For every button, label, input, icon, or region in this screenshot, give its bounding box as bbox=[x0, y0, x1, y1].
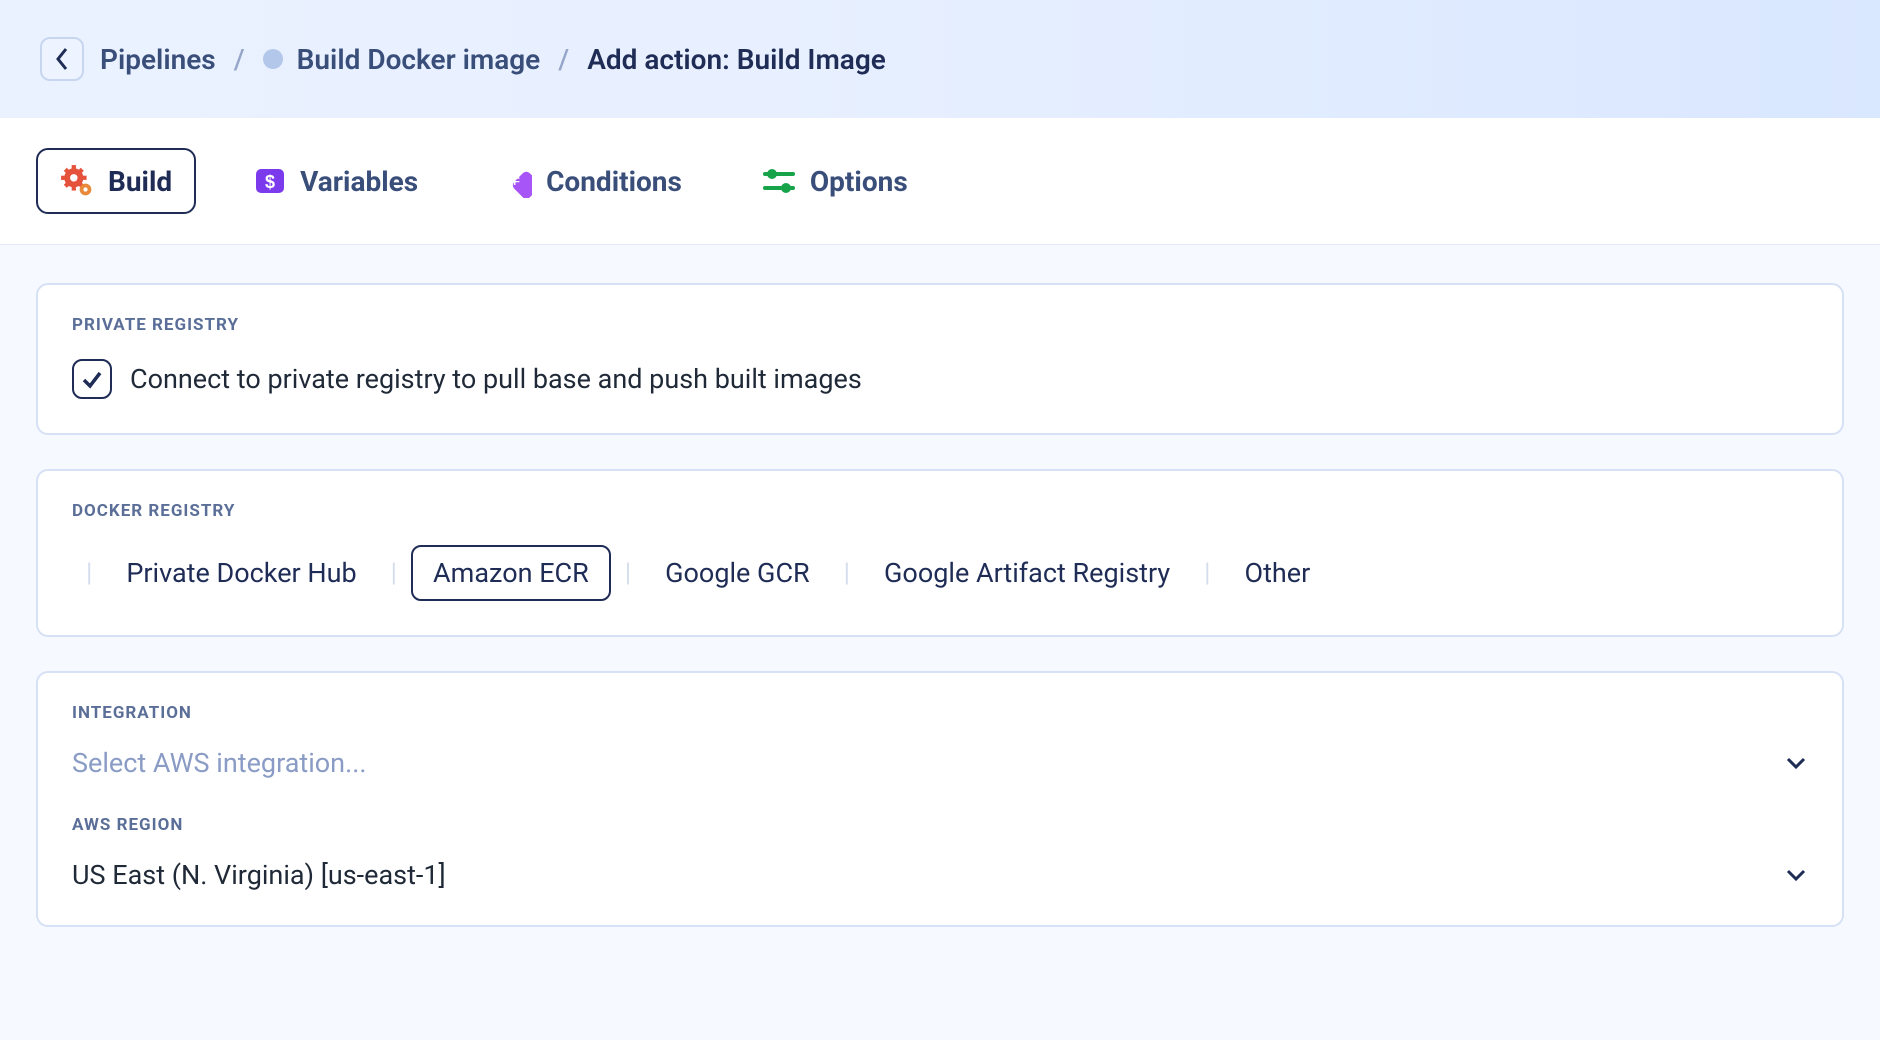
registry-option-private-docker-hub[interactable]: Private Docker Hub bbox=[106, 547, 376, 599]
tab-label: Variables bbox=[300, 165, 418, 198]
option-separator: | bbox=[1190, 558, 1224, 588]
private-registry-checkbox-label: Connect to private registry to pull base… bbox=[130, 363, 862, 395]
breadcrumb: Pipelines / Build Docker image / Add act… bbox=[100, 43, 886, 76]
content-area: PRIVATE REGISTRY Connect to private regi… bbox=[0, 245, 1880, 965]
tab-build[interactable]: Build bbox=[36, 148, 196, 214]
status-dot-icon bbox=[263, 49, 283, 69]
svg-text:$: $ bbox=[265, 172, 275, 192]
tab-label: Build bbox=[108, 165, 172, 198]
breadcrumb-separator: / bbox=[234, 43, 245, 76]
dollar-badge-icon: $ bbox=[254, 165, 286, 197]
panel-title: PRIVATE REGISTRY bbox=[72, 315, 1808, 335]
chevron-down-icon bbox=[1784, 751, 1808, 775]
docker-registry-panel: DOCKER REGISTRY | Private Docker Hub | A… bbox=[36, 469, 1844, 637]
option-separator: | bbox=[377, 558, 411, 588]
breadcrumb-separator: / bbox=[558, 43, 569, 76]
breadcrumb-build-docker[interactable]: Build Docker image bbox=[297, 43, 541, 76]
tab-variables[interactable]: $ Variables bbox=[232, 151, 440, 212]
registry-option-other[interactable]: Other bbox=[1225, 547, 1331, 599]
integration-panel: INTEGRATION Select AWS integration... AW… bbox=[36, 671, 1844, 927]
integration-select[interactable]: Select AWS integration... bbox=[72, 747, 1808, 779]
private-registry-checkbox[interactable] bbox=[72, 359, 112, 399]
check-icon bbox=[81, 368, 103, 390]
sliders-icon bbox=[762, 166, 796, 196]
chevron-left-icon bbox=[53, 46, 71, 72]
tab-conditions[interactable]: IF Conditions bbox=[476, 150, 704, 212]
docker-registry-options: | Private Docker Hub | Amazon ECR | Goog… bbox=[72, 545, 1808, 601]
condition-diamond-icon: IF bbox=[498, 164, 532, 198]
panel-title: INTEGRATION bbox=[72, 703, 1808, 723]
tab-label: Options bbox=[810, 165, 908, 198]
svg-text:IF: IF bbox=[510, 176, 520, 188]
back-button[interactable] bbox=[40, 37, 84, 81]
header-bar: Pipelines / Build Docker image / Add act… bbox=[0, 0, 1880, 118]
breadcrumb-current: Add action: Build Image bbox=[587, 43, 886, 76]
tab-label: Conditions bbox=[546, 165, 682, 198]
option-separator: | bbox=[830, 558, 864, 588]
tabs-bar: Build $ Variables IF Conditions bbox=[0, 118, 1880, 245]
aws-region-select[interactable]: US East (N. Virginia) [us-east-1] bbox=[72, 859, 1808, 891]
registry-option-amazon-ecr[interactable]: Amazon ECR bbox=[411, 545, 611, 601]
breadcrumb-pipelines[interactable]: Pipelines bbox=[100, 43, 216, 76]
chevron-down-icon bbox=[1784, 863, 1808, 887]
gears-icon bbox=[60, 164, 94, 198]
panel-title: AWS REGION bbox=[72, 815, 1808, 835]
panel-title: DOCKER REGISTRY bbox=[72, 501, 1808, 521]
registry-option-google-gcr[interactable]: Google GCR bbox=[645, 547, 830, 599]
option-separator: | bbox=[611, 558, 645, 588]
private-registry-panel: PRIVATE REGISTRY Connect to private regi… bbox=[36, 283, 1844, 435]
registry-option-google-artifact[interactable]: Google Artifact Registry bbox=[864, 547, 1190, 599]
integration-placeholder: Select AWS integration... bbox=[72, 747, 366, 779]
aws-region-value: US East (N. Virginia) [us-east-1] bbox=[72, 859, 446, 891]
option-separator: | bbox=[72, 558, 106, 588]
private-registry-checkbox-row: Connect to private registry to pull base… bbox=[72, 359, 1808, 399]
tab-options[interactable]: Options bbox=[740, 151, 930, 212]
